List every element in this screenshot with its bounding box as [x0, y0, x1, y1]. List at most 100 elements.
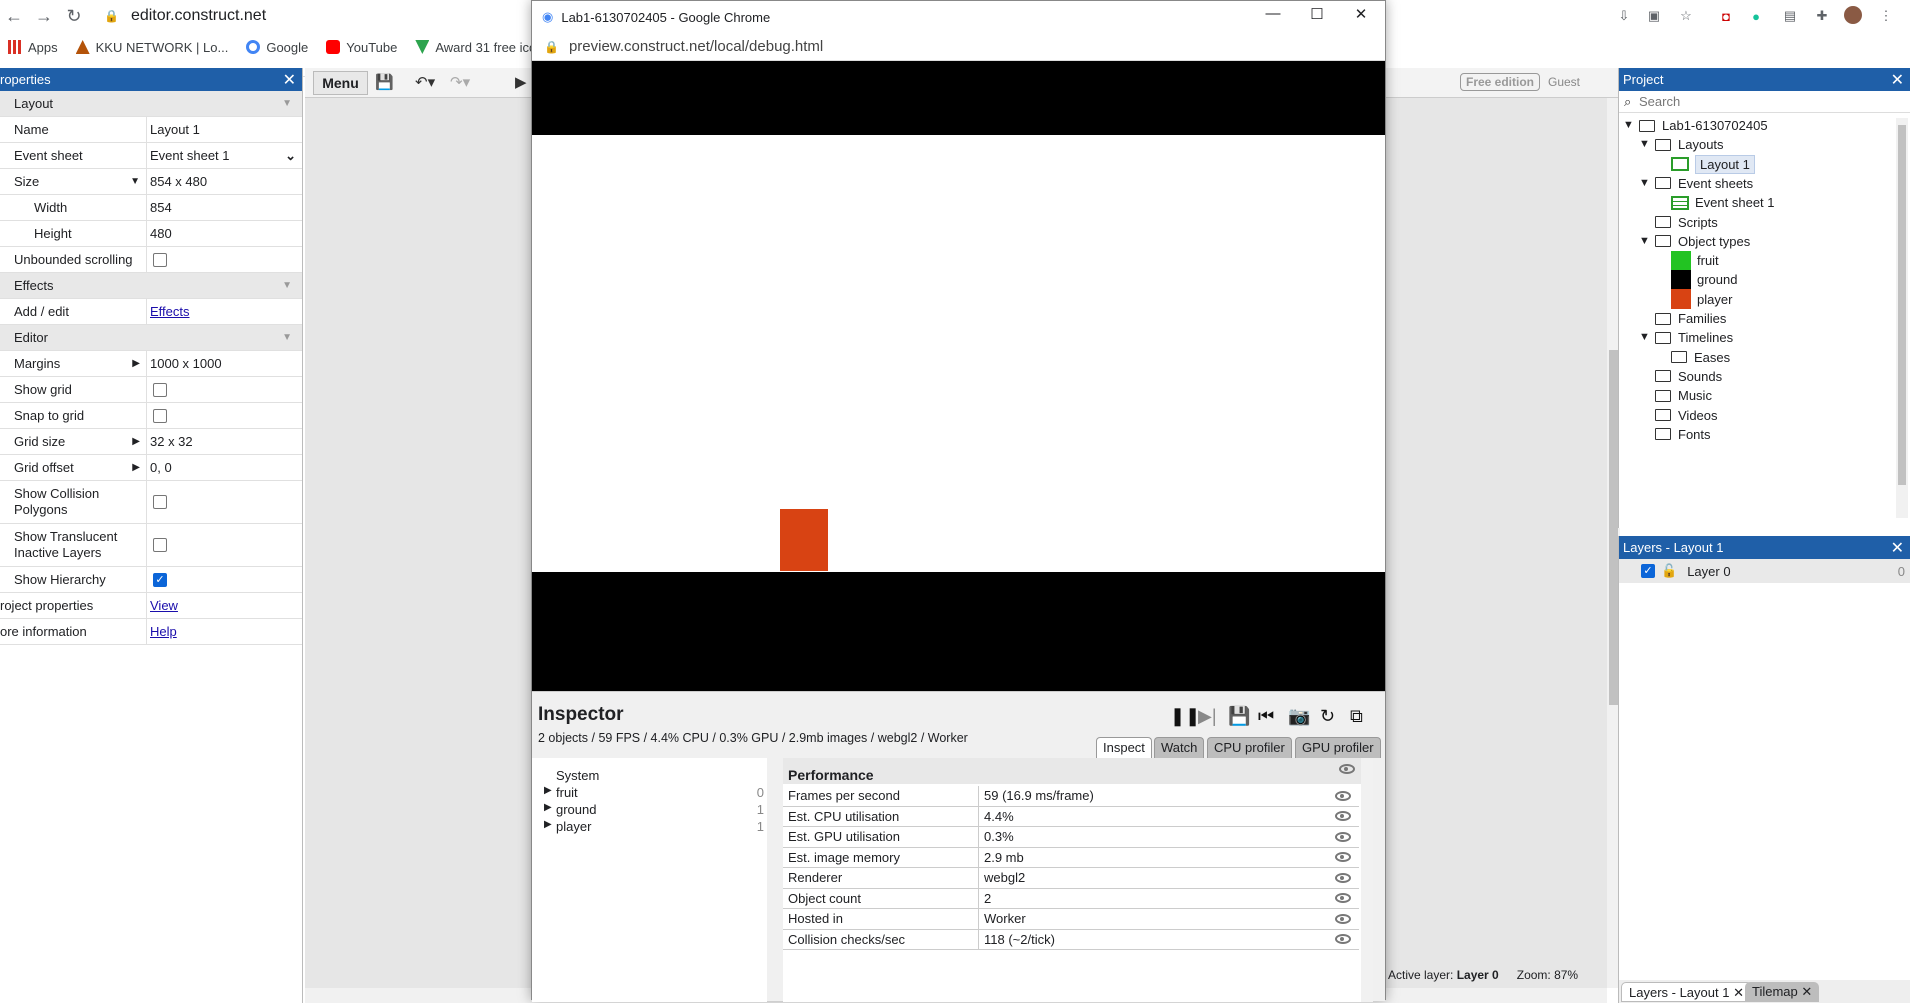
- property-value[interactable]: 1000 x 1000: [147, 351, 302, 376]
- maximize-icon[interactable]: ☐: [1297, 5, 1337, 23]
- project-search-input[interactable]: ⌕ Search: [1619, 91, 1910, 113]
- property-row[interactable]: Show grid: [0, 377, 302, 403]
- property-value[interactable]: 854: [147, 195, 302, 220]
- object-tree-item[interactable]: ▶ fruit 0: [544, 785, 764, 800]
- eye-icon[interactable]: [1335, 790, 1351, 801]
- bookmark-google[interactable]: Google: [246, 40, 308, 55]
- save-state-icon[interactable]: 💾: [1228, 706, 1250, 727]
- property-link[interactable]: View: [150, 598, 178, 613]
- bookmark-kku[interactable]: KKU NETWORK | Lo...: [75, 40, 228, 55]
- bookmark-youtube[interactable]: YouTube: [326, 40, 397, 55]
- project-item[interactable]: Event sheet 1: [1671, 193, 1775, 212]
- minimize-icon[interactable]: —: [1253, 5, 1293, 22]
- more-menu-icon[interactable]: ⋮: [1876, 6, 1896, 26]
- property-row[interactable]: Show Hierarchy ✓: [0, 567, 302, 593]
- project-item[interactable]: Eases: [1671, 348, 1730, 367]
- layer-row[interactable]: ✓ 🔓 Layer 0 0: [1619, 559, 1910, 583]
- property-value[interactable]: 0, 0: [147, 455, 302, 480]
- guest-label[interactable]: Guest: [1548, 75, 1580, 89]
- property-row[interactable]: Show Translucent Inactive Layers: [0, 524, 302, 567]
- property-link[interactable]: Help: [150, 624, 177, 639]
- project-item[interactable]: Music: [1655, 386, 1712, 405]
- puzzle-icon[interactable]: ✚: [1812, 6, 1832, 26]
- menu-button[interactable]: Menu: [313, 71, 368, 95]
- free-edition-badge[interactable]: Free edition: [1460, 73, 1541, 91]
- expand-right-icon[interactable]: ▶: [132, 462, 140, 473]
- tab-tilemap[interactable]: Tilemap ✕: [1745, 982, 1820, 1002]
- property-value[interactable]: [147, 524, 302, 566]
- game-canvas[interactable]: [532, 61, 1385, 691]
- project-item[interactable]: Videos: [1655, 406, 1718, 425]
- expand-down-icon[interactable]: ▼: [1639, 235, 1650, 247]
- property-value[interactable]: [147, 377, 302, 402]
- popout-icon[interactable]: ⧉: [1350, 706, 1363, 727]
- popup-address-bar[interactable]: 🔒 preview.construct.net/local/debug.html: [532, 33, 1385, 61]
- play-icon[interactable]: ▶: [515, 73, 527, 91]
- extension-icon-2[interactable]: ▣: [1644, 6, 1664, 26]
- property-row[interactable]: Name Layout 1: [0, 117, 302, 143]
- property-value[interactable]: Effects: [147, 299, 302, 324]
- eye-icon[interactable]: [1335, 831, 1351, 842]
- object-tree-item[interactable]: ▶ ground 1: [544, 802, 764, 817]
- grammarly-icon[interactable]: ●: [1746, 6, 1766, 26]
- tab-layers[interactable]: Layers - Layout 1 ✕: [1621, 982, 1752, 1002]
- bookmark-star-icon[interactable]: ☆: [1676, 6, 1696, 26]
- object-tree-item[interactable]: System: [544, 768, 764, 783]
- expand-right-icon[interactable]: ▶: [132, 358, 140, 369]
- close-window-icon[interactable]: ✕: [1341, 5, 1381, 23]
- project-item[interactable]: ground: [1671, 269, 1737, 290]
- property-value[interactable]: Event sheet 1 ⌄: [147, 143, 302, 168]
- reload-icon[interactable]: ↻: [62, 4, 86, 28]
- close-icon[interactable]: ✕: [283, 70, 296, 90]
- expand-right-icon[interactable]: ▶: [544, 785, 556, 800]
- expand-down-icon[interactable]: ▼: [130, 176, 140, 187]
- property-row[interactable]: Width 854: [0, 195, 302, 221]
- expand-down-icon[interactable]: ▼: [1639, 138, 1650, 150]
- forward-icon[interactable]: →: [32, 4, 56, 28]
- property-row[interactable]: Snap to grid: [0, 403, 302, 429]
- expand-down-icon[interactable]: ▼: [1623, 119, 1634, 131]
- save-icon[interactable]: 💾: [375, 73, 394, 91]
- collapse-icon[interactable]: ▼: [282, 280, 292, 291]
- property-section[interactable]: Editor ▼: [0, 325, 302, 351]
- vertical-scroll-thumb[interactable]: [1609, 350, 1618, 705]
- chevron-down-icon[interactable]: ⌄: [285, 148, 296, 164]
- property-checkbox[interactable]: [153, 408, 167, 423]
- expand-down-icon[interactable]: ▼: [1639, 331, 1650, 343]
- property-link[interactable]: Effects: [150, 304, 190, 319]
- property-value[interactable]: [147, 403, 302, 428]
- property-row[interactable]: Add / edit Effects: [0, 299, 302, 325]
- inspector-scrollbar[interactable]: [1361, 758, 1373, 1002]
- restart-icon[interactable]: ⏮: [1258, 706, 1274, 727]
- extension-icon-1[interactable]: ⇩: [1614, 6, 1634, 26]
- screenshot-icon[interactable]: 📷: [1288, 706, 1310, 727]
- extension-icon-3[interactable]: ▤: [1780, 6, 1800, 26]
- expand-right-icon[interactable]: ▶: [544, 819, 556, 834]
- tab-cpu-profiler[interactable]: CPU profiler: [1207, 737, 1292, 758]
- expand-right-icon[interactable]: ▶: [544, 802, 556, 817]
- project-item[interactable]: Object types: [1655, 232, 1750, 251]
- property-row[interactable]: Margins ▶ 1000 x 1000: [0, 351, 302, 377]
- property-checkbox[interactable]: ✓: [153, 572, 167, 587]
- lock-icon[interactable]: 🔓: [1661, 563, 1677, 579]
- avatar[interactable]: [1844, 6, 1862, 24]
- undo-icon[interactable]: ↶▾: [415, 73, 435, 91]
- project-item[interactable]: player: [1671, 289, 1732, 310]
- property-checkbox[interactable]: [153, 538, 167, 552]
- reload-icon[interactable]: ↻: [1320, 706, 1335, 727]
- collapse-icon[interactable]: ▼: [282, 332, 292, 343]
- property-row[interactable]: Event sheet Event sheet 1 ⌄: [0, 143, 302, 169]
- property-section[interactable]: Layout ▼: [0, 91, 302, 117]
- tab-gpu-profiler[interactable]: GPU profiler: [1295, 737, 1381, 758]
- project-item[interactable]: Sounds: [1655, 367, 1722, 386]
- property-row[interactable]: Size ▼ 854 x 480: [0, 169, 302, 195]
- property-row[interactable]: roject properties View: [0, 593, 302, 619]
- property-row[interactable]: ore information Help: [0, 619, 302, 645]
- layer-visible-checkbox[interactable]: ✓: [1641, 564, 1655, 578]
- back-icon[interactable]: ←: [2, 4, 26, 28]
- project-item[interactable]: Event sheets: [1655, 174, 1753, 193]
- project-item[interactable]: Lab1-6130702405: [1639, 116, 1768, 135]
- redo-icon[interactable]: ↷▾: [450, 73, 470, 91]
- step-icon[interactable]: ▶|: [1198, 706, 1217, 727]
- close-icon[interactable]: ✕: [1891, 538, 1904, 558]
